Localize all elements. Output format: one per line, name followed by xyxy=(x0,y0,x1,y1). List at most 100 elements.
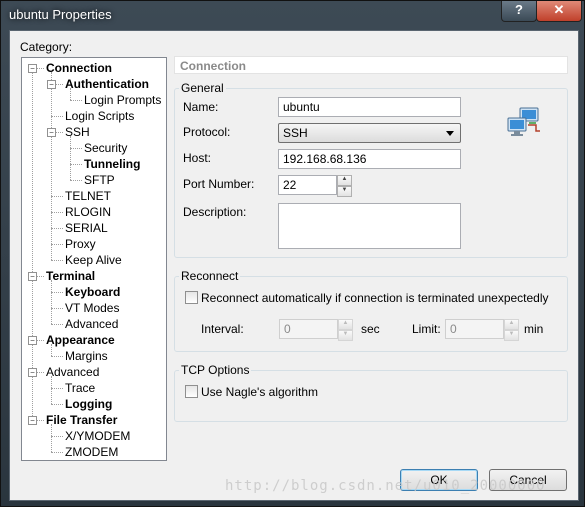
tree-guide-line xyxy=(51,356,63,357)
category-tree[interactable]: − Connection − Authentication Login Prompts L… xyxy=(21,57,167,461)
spin-up-icon[interactable]: ▲ xyxy=(338,319,353,330)
dialog-client: Category: − Connection − Authentication Logi… xyxy=(9,30,579,501)
tree-guide-line xyxy=(70,100,82,101)
interval-unit: sec xyxy=(361,322,380,336)
tree-guide-line xyxy=(51,436,63,437)
tree-item-terminal-advanced[interactable]: Advanced xyxy=(65,316,118,332)
collapse-toggle-icon[interactable]: − xyxy=(28,272,37,281)
tree-guide-line xyxy=(70,180,82,181)
tree-item-authentication[interactable]: Authentication xyxy=(65,76,149,92)
tree-item-keep-alive[interactable]: Keep Alive xyxy=(65,252,122,268)
port-input[interactable]: 22 xyxy=(278,175,337,195)
tree-item-trace[interactable]: Trace xyxy=(65,380,95,396)
tree-item-ssh[interactable]: SSH xyxy=(65,124,90,140)
tree-guide-line xyxy=(51,376,52,404)
panel-title: Connection xyxy=(174,56,568,74)
interval-spinner[interactable]: ▲ ▼ xyxy=(338,319,353,341)
protocol-label: Protocol: xyxy=(183,125,231,139)
close-button[interactable]: ✕ xyxy=(536,1,582,22)
spin-up-icon[interactable]: ▲ xyxy=(504,319,519,330)
tree-guide-line xyxy=(51,404,63,405)
window-title: ubuntu Properties xyxy=(9,7,112,22)
title-bar[interactable]: ubuntu Properties ? ✕ xyxy=(1,1,584,29)
port-spinner[interactable]: ▲ ▼ xyxy=(337,175,352,197)
tree-guide-line xyxy=(51,280,52,324)
tree-guide-line xyxy=(51,292,63,293)
reconnect-group-label: Reconnect xyxy=(179,269,241,283)
nagle-checkbox-label[interactable]: Use Nagle's algorithm xyxy=(201,385,318,399)
tree-item-proxy[interactable]: Proxy xyxy=(65,236,96,252)
tree-guide-line xyxy=(51,212,63,213)
tree-item-file-transfer[interactable]: File Transfer xyxy=(46,412,117,428)
spin-up-icon[interactable]: ▲ xyxy=(337,175,352,186)
name-input[interactable]: ubuntu xyxy=(278,97,461,117)
spin-down-icon[interactable]: ▼ xyxy=(337,186,352,197)
tree-guide-line xyxy=(51,260,63,261)
category-label: Category: xyxy=(20,40,73,54)
tree-item-keyboard[interactable]: Keyboard xyxy=(65,284,120,300)
tree-guide-line xyxy=(51,244,63,245)
tree-item-margins[interactable]: Margins xyxy=(65,348,108,364)
dialog-window: ubuntu Properties ? ✕ Category: − Connect… xyxy=(0,0,585,507)
spin-down-icon[interactable]: ▼ xyxy=(338,330,353,341)
tree-item-zmodem[interactable]: ZMODEM xyxy=(65,444,118,460)
tree-guide-line xyxy=(51,388,63,389)
host-label: Host: xyxy=(183,151,212,165)
limit-input[interactable]: 0 xyxy=(445,319,504,339)
limit-unit: min xyxy=(524,322,544,336)
tree-guide-line xyxy=(51,424,52,452)
tree-item-appearance[interactable]: Appearance xyxy=(46,332,115,348)
tcp-options-group-label: TCP Options xyxy=(179,363,252,377)
tree-guide-line xyxy=(70,148,82,149)
tree-item-security[interactable]: Security xyxy=(84,140,127,156)
tree-guide-line xyxy=(51,308,63,309)
tree-item-sftp[interactable]: SFTP xyxy=(84,172,115,188)
protocol-selected-value: SSH xyxy=(283,126,308,140)
tree-item-tunneling[interactable]: Tunneling xyxy=(84,156,140,172)
interval-input[interactable]: 0 xyxy=(279,319,338,339)
description-textarea[interactable] xyxy=(278,203,461,249)
port-label: Port Number: xyxy=(183,177,255,191)
reconnect-checkbox-label[interactable]: Reconnect automatically if connection is… xyxy=(201,291,549,305)
tree-item-telnet[interactable]: TELNET xyxy=(65,188,111,204)
collapse-toggle-icon[interactable]: − xyxy=(28,368,37,377)
name-label: Name: xyxy=(183,100,219,114)
tree-item-login-scripts[interactable]: Login Scripts xyxy=(65,108,134,124)
spin-down-icon[interactable]: ▼ xyxy=(504,330,519,341)
tree-item-connection[interactable]: Connection xyxy=(46,60,112,76)
tree-guide-line xyxy=(51,116,63,117)
tree-item-logging[interactable]: Logging xyxy=(65,396,112,412)
tree-item-login-prompts[interactable]: Login Prompts xyxy=(84,92,161,108)
tree-guide-line xyxy=(70,164,82,165)
description-label: Description: xyxy=(183,205,247,219)
collapse-toggle-icon[interactable]: − xyxy=(28,416,37,425)
collapse-toggle-icon[interactable]: − xyxy=(47,80,56,89)
tree-guide-line xyxy=(51,196,63,197)
chevron-down-icon xyxy=(446,131,454,136)
limit-spinner[interactable]: ▲ ▼ xyxy=(504,319,519,341)
watermark-text: http://blog.csdn.net/u010_20000000 xyxy=(225,478,546,494)
tree-guide-line xyxy=(51,228,63,229)
tree-item-vt-modes[interactable]: VT Modes xyxy=(65,300,119,316)
general-group-label: General xyxy=(179,81,226,95)
collapse-toggle-icon[interactable]: − xyxy=(28,336,37,345)
tree-item-advanced[interactable]: Advanced xyxy=(46,364,99,380)
host-input[interactable]: 192.168.68.136 xyxy=(278,149,461,169)
collapse-toggle-icon[interactable]: − xyxy=(28,64,37,73)
tree-guide-line xyxy=(51,72,52,260)
collapse-toggle-icon[interactable]: − xyxy=(47,128,56,137)
tree-item-rlogin[interactable]: RLOGIN xyxy=(65,204,111,220)
network-computers-icon xyxy=(507,107,540,136)
tree-guide-line xyxy=(51,452,63,453)
tree-guide-line xyxy=(51,324,63,325)
help-button[interactable]: ? xyxy=(501,1,537,22)
nagle-checkbox[interactable] xyxy=(185,385,198,398)
tree-item-serial[interactable]: SERIAL xyxy=(65,220,108,236)
reconnect-checkbox[interactable] xyxy=(185,291,198,304)
protocol-select[interactable]: SSH xyxy=(278,123,461,143)
interval-label: Interval: xyxy=(201,322,244,336)
tree-guide-line xyxy=(70,136,71,180)
tree-item-xymodem[interactable]: X/YMODEM xyxy=(65,428,130,444)
tree-item-terminal[interactable]: Terminal xyxy=(46,268,95,284)
limit-label: Limit: xyxy=(412,322,441,336)
